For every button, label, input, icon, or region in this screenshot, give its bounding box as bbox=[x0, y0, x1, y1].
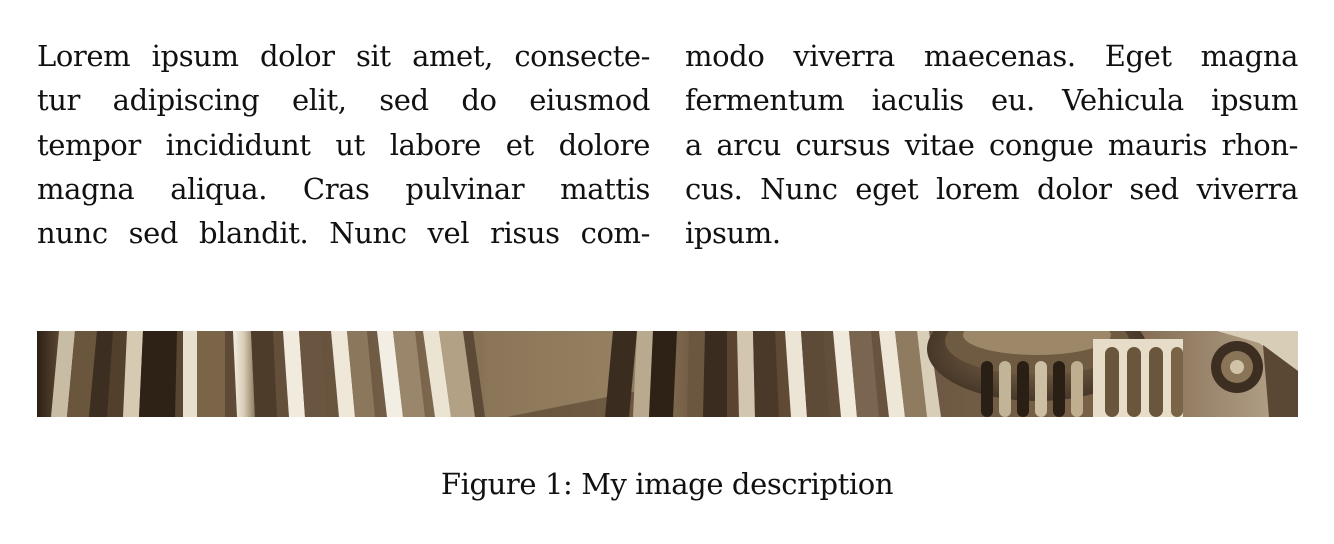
text-line: fermentum iaculis eu. Vehicula ipsum bbox=[685, 83, 1298, 118]
text-line: modo viverra maecenas. Eget magna bbox=[685, 39, 1298, 73]
two-column-text: Lorem ipsum dolor sit amet, consecte- tu… bbox=[37, 34, 1298, 255]
left-column: Lorem ipsum dolor sit amet, consecte- tu… bbox=[37, 34, 650, 255]
right-column: modo viverra maecenas. Eget magna fermen… bbox=[685, 34, 1298, 255]
text-line: a arcu cursus vitae congue mauris rhon- bbox=[685, 127, 1298, 162]
text-line: tempor incididunt ut labore et dolore bbox=[37, 127, 650, 162]
figure-image bbox=[37, 331, 1298, 417]
text-line: Lorem ipsum dolor sit amet, consecte- bbox=[37, 39, 650, 73]
text-line: tur adipiscing elit, sed do eiusmod bbox=[37, 83, 650, 118]
text-line: ipsum. bbox=[685, 216, 781, 251]
text-line: nunc sed blandit. Nunc vel risus com- bbox=[37, 216, 650, 251]
figure-caption: Figure 1: My image description bbox=[440, 467, 894, 501]
text-line: magna aliqua. Cras pulvinar mattis bbox=[37, 171, 650, 206]
text-line: cus. Nunc eget lorem dolor sed viverra bbox=[685, 171, 1298, 206]
